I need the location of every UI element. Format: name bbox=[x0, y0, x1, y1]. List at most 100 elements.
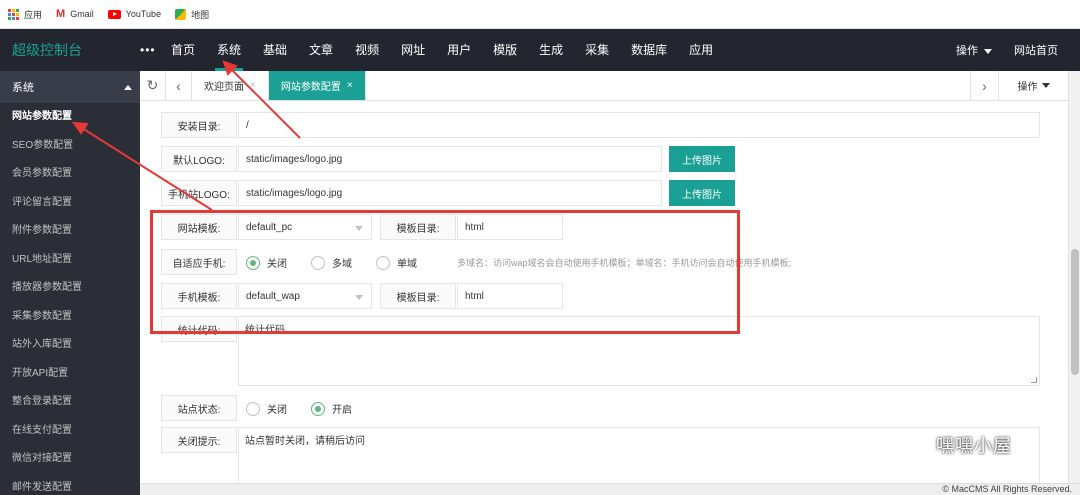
close-hint-value: 站点暂时关闭，请稍后访问 bbox=[245, 436, 365, 447]
mobile-template-value: default_wap bbox=[246, 290, 300, 302]
sidebar-item-member-config[interactable]: 会员参数配置 bbox=[0, 160, 140, 189]
footer-copyright: © MacCMS All Rights Reserved. bbox=[140, 483, 1080, 495]
site-template-value: default_pc bbox=[246, 221, 293, 233]
sidebar-item-wechat-config[interactable]: 微信对接配置 bbox=[0, 445, 140, 474]
sidebar-item-import-config[interactable]: 站外入库配置 bbox=[0, 331, 140, 360]
bookmark-label: Gmail bbox=[70, 9, 94, 19]
sidebar-item-url-config[interactable]: URL地址配置 bbox=[0, 246, 140, 275]
gmail-icon: M bbox=[56, 8, 66, 20]
chevron-down-icon bbox=[984, 48, 992, 54]
mobile-template-dir-input[interactable]: html bbox=[457, 283, 563, 309]
sidebar-item-attachment-config[interactable]: 附件参数配置 bbox=[0, 217, 140, 246]
site-template-label: 网站模板: bbox=[161, 214, 237, 240]
stats-code-label: 统计代码: bbox=[161, 316, 237, 342]
sidebar-section-system[interactable]: 系统 bbox=[0, 71, 140, 103]
radio-label: 单域 bbox=[397, 259, 417, 270]
tab-welcome[interactable]: 欢迎页面 × bbox=[192, 71, 269, 100]
sidebar-item-api-config[interactable]: 开放API配置 bbox=[0, 360, 140, 389]
nav-home[interactable]: 首页 bbox=[160, 29, 206, 71]
bookmarks-bar: 应用 M Gmail YouTube 地图 bbox=[0, 0, 1080, 29]
tab-label: 欢迎页面 bbox=[204, 82, 244, 93]
tab-operate-dropdown[interactable]: 操作 bbox=[998, 71, 1068, 100]
sidebar: 系统 网站参数配置 SEO参数配置 会员参数配置 评论留言配置 附件参数配置 U… bbox=[0, 71, 140, 495]
bookmark-label: YouTube bbox=[125, 9, 162, 19]
site-status-radio-on[interactable]: 开启 bbox=[311, 401, 352, 416]
bookmark-gmail[interactable]: M Gmail bbox=[56, 8, 94, 20]
sidebar-item-player-config[interactable]: 播放器参数配置 bbox=[0, 274, 140, 303]
operate-dropdown[interactable]: 操作 bbox=[956, 42, 992, 58]
nav-article[interactable]: 文章 bbox=[298, 29, 344, 71]
top-nav: 超级控制台 ••• 首页 系统 基础 文章 视频 网址 用户 模版 生成 采集 … bbox=[0, 29, 1080, 71]
install-dir-input[interactable]: / bbox=[238, 112, 1040, 138]
adaptive-mobile-label: 自适应手机: bbox=[161, 249, 237, 275]
chevron-down-icon bbox=[355, 226, 363, 231]
install-dir-label: 安装目录: bbox=[161, 112, 237, 138]
sidebar-item-email-config[interactable]: 邮件发送配置 bbox=[0, 474, 140, 495]
adaptive-radio-off[interactable]: 关闭 bbox=[246, 255, 287, 270]
site-home-link[interactable]: 网站首页 bbox=[1014, 42, 1058, 58]
watermark: 嘿嘿小屋 bbox=[900, 432, 1012, 458]
scrollbar-thumb[interactable] bbox=[1071, 249, 1079, 375]
close-hint-label: 关闭提示: bbox=[161, 427, 237, 453]
tab-next-icon[interactable]: › bbox=[970, 71, 998, 100]
sidebar-item-comment-config[interactable]: 评论留言配置 bbox=[0, 189, 140, 218]
sidebar-item-payment-config[interactable]: 在线支付配置 bbox=[0, 417, 140, 446]
mobile-logo-input[interactable]: static/images/logo.jpg bbox=[238, 180, 662, 206]
mobile-template-select[interactable]: default_wap bbox=[238, 283, 372, 309]
nav-user[interactable]: 用户 bbox=[436, 29, 482, 71]
chevron-down-icon bbox=[1041, 83, 1050, 88]
tab-operate-label: 操作 bbox=[1017, 82, 1038, 93]
radio-checked-icon bbox=[246, 255, 260, 270]
adaptive-mobile-hint: 多域名：访问wap域名会自动使用手机模板；单域名：手机访问会自动使用手机模板; bbox=[457, 258, 792, 268]
site-config-form: 安装目录: / 默认LOGO: static/images/logo.jpg 上… bbox=[140, 101, 1068, 483]
radio-label: 关闭 bbox=[267, 259, 287, 270]
stats-code-textarea[interactable]: 统计代码 bbox=[238, 316, 1040, 386]
bookmark-maps[interactable]: 地图 bbox=[175, 8, 209, 21]
main-nav: 首页 系统 基础 文章 视频 网址 用户 模版 生成 采集 数据库 应用 bbox=[160, 29, 724, 71]
nav-system[interactable]: 系统 bbox=[206, 29, 252, 71]
youtube-icon bbox=[107, 9, 121, 19]
brand-title[interactable]: 超级控制台 bbox=[0, 40, 140, 60]
bookmark-apps[interactable]: 应用 bbox=[8, 8, 42, 21]
default-logo-input[interactable]: static/images/logo.jpg bbox=[238, 146, 662, 172]
resize-handle-icon[interactable] bbox=[1031, 377, 1037, 383]
site-status-radio-off[interactable]: 关闭 bbox=[246, 401, 287, 416]
template-dir-input[interactable]: html bbox=[457, 214, 563, 240]
nav-template[interactable]: 模版 bbox=[482, 29, 528, 71]
adaptive-radio-single-domain[interactable]: 单域 bbox=[376, 255, 417, 270]
nav-basic[interactable]: 基础 bbox=[252, 29, 298, 71]
sidebar-item-seo-config[interactable]: SEO参数配置 bbox=[0, 132, 140, 161]
tab-bar: ↻ ‹ 欢迎页面 × 网站参数配置 × › 操作 bbox=[140, 71, 1068, 101]
sidebar-item-site-config[interactable]: 网站参数配置 bbox=[0, 103, 140, 132]
mobile-template-dir-label: 模板目录: bbox=[380, 283, 456, 309]
close-icon[interactable]: × bbox=[347, 80, 353, 91]
radio-checked-icon bbox=[311, 401, 325, 416]
tab-prev-icon[interactable]: ‹ bbox=[166, 71, 192, 100]
nav-collect[interactable]: 采集 bbox=[574, 29, 620, 71]
refresh-icon[interactable]: ↻ bbox=[140, 71, 166, 100]
tab-site-config[interactable]: 网站参数配置 × bbox=[268, 71, 366, 100]
adaptive-radio-multi-domain[interactable]: 多域 bbox=[311, 255, 352, 270]
nav-database[interactable]: 数据库 bbox=[620, 29, 678, 71]
stats-code-value: 统计代码 bbox=[245, 325, 285, 336]
sidebar-item-collect-config[interactable]: 采集参数配置 bbox=[0, 303, 140, 332]
template-dir-label: 模板目录: bbox=[380, 214, 456, 240]
more-menu-icon[interactable]: ••• bbox=[140, 43, 160, 57]
upload-default-logo-button[interactable]: 上传图片 bbox=[669, 146, 735, 172]
nav-apps[interactable]: 应用 bbox=[678, 29, 724, 71]
nav-url[interactable]: 网址 bbox=[390, 29, 436, 71]
nav-generate[interactable]: 生成 bbox=[528, 29, 574, 71]
bookmark-label: 地图 bbox=[191, 9, 210, 20]
site-template-select[interactable]: default_pc bbox=[238, 214, 372, 240]
sidebar-item-login-config[interactable]: 整合登录配置 bbox=[0, 388, 140, 417]
radio-unchecked-icon bbox=[311, 255, 325, 270]
close-icon[interactable]: × bbox=[250, 80, 256, 91]
bookmark-youtube[interactable]: YouTube bbox=[107, 9, 162, 19]
nav-video[interactable]: 视频 bbox=[344, 29, 390, 71]
operate-label: 操作 bbox=[956, 45, 978, 57]
radio-label: 多域 bbox=[332, 259, 352, 270]
mobile-template-label: 手机模板: bbox=[161, 283, 237, 309]
sidebar-section-title: 系统 bbox=[12, 82, 34, 94]
page-scrollbar[interactable] bbox=[1068, 71, 1080, 483]
upload-mobile-logo-button[interactable]: 上传图片 bbox=[669, 180, 735, 206]
